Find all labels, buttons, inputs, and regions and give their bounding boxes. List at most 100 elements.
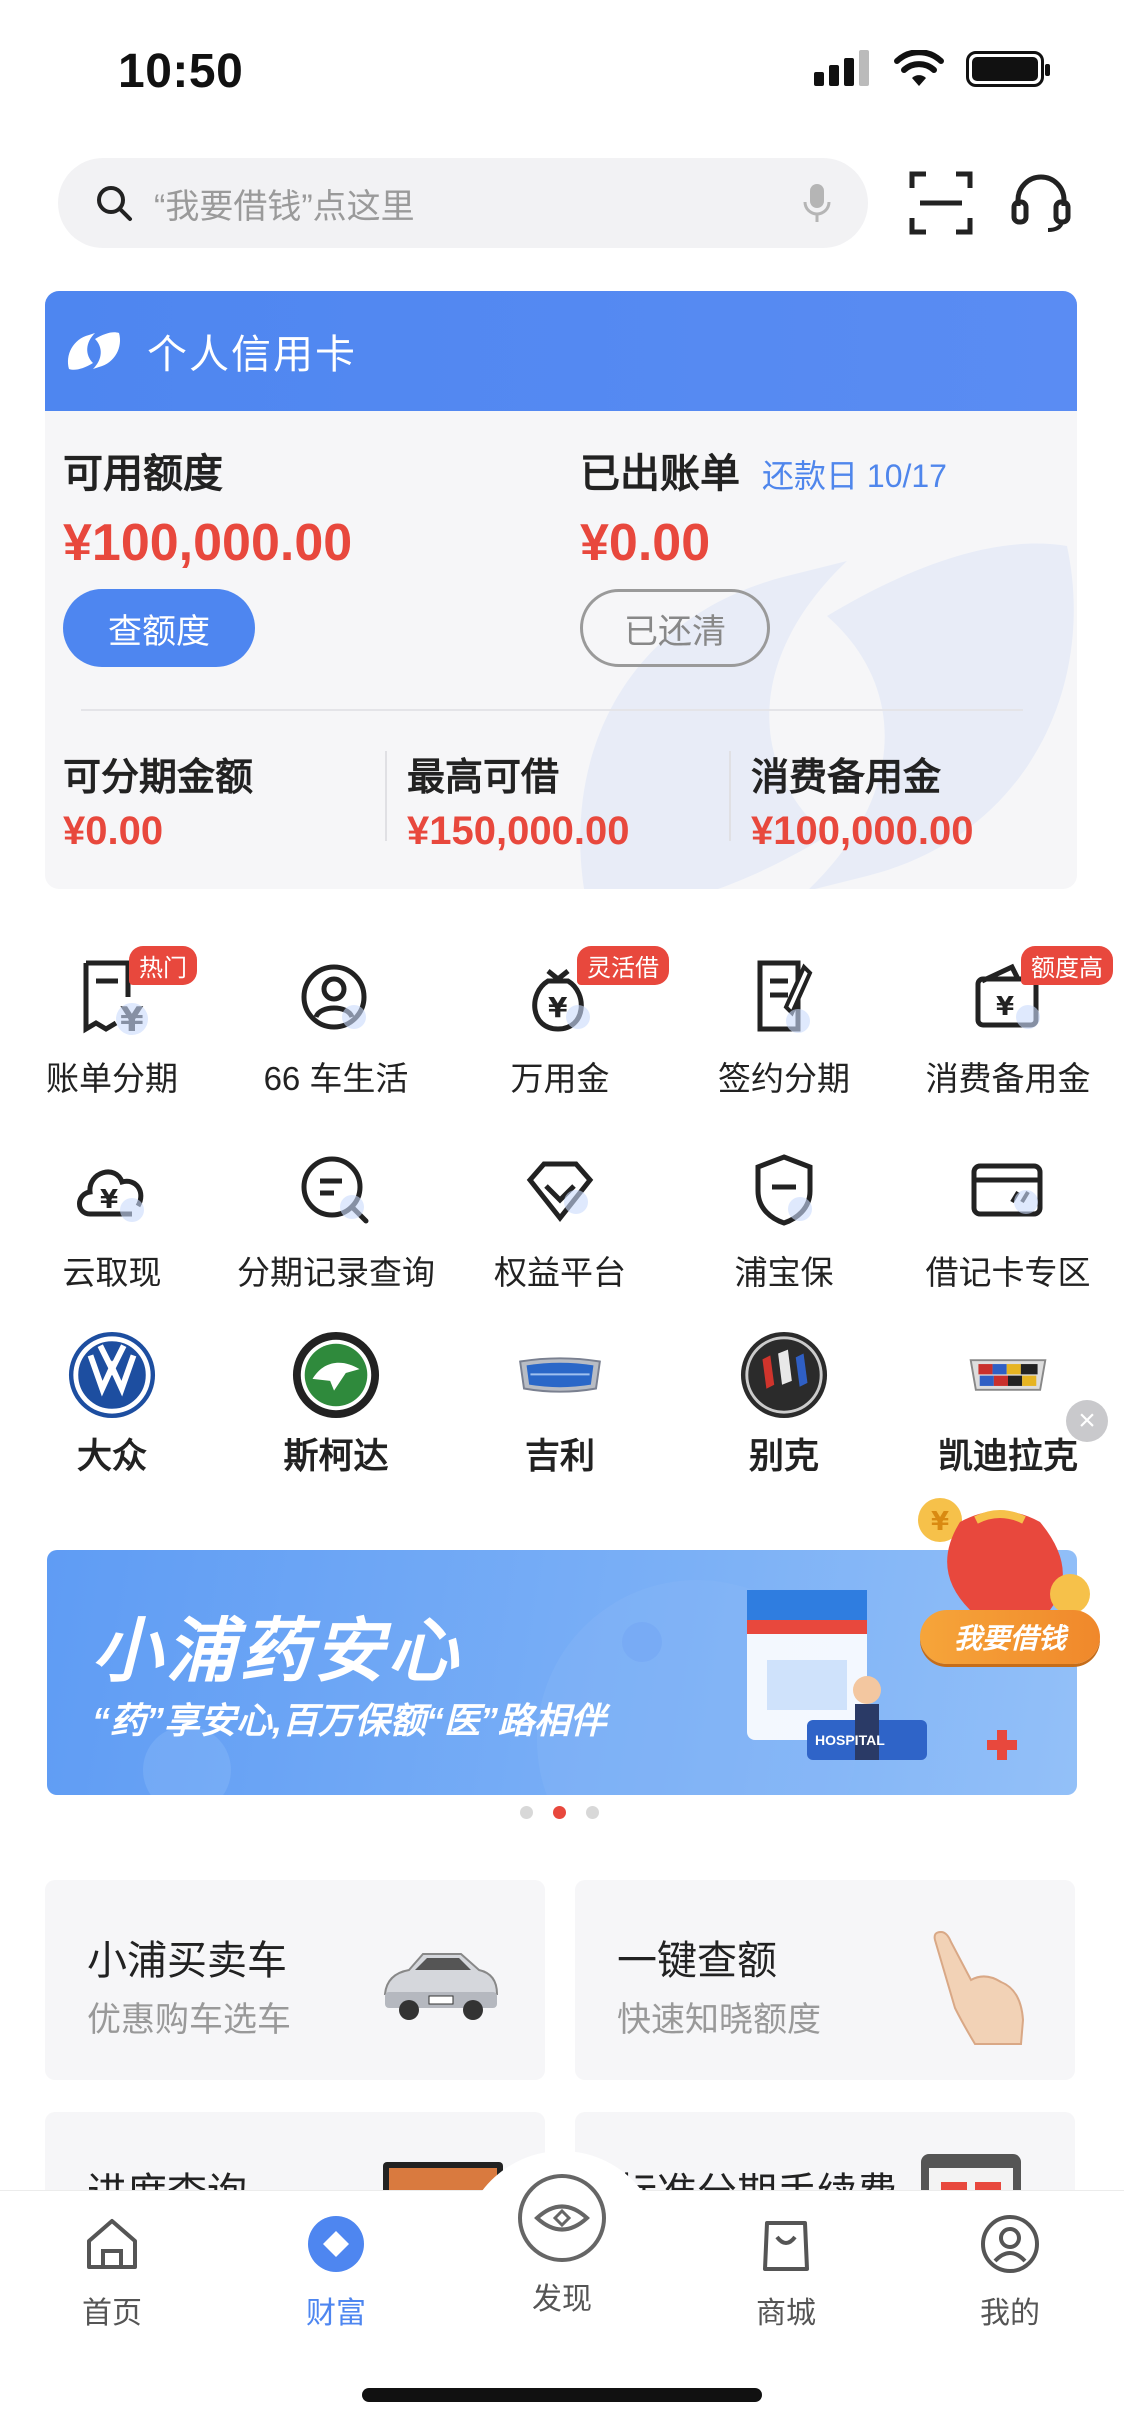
brand-label: 别克: [748, 1437, 819, 1476]
loan-float-button[interactable]: ¥ 我要借钱: [900, 1480, 1100, 1670]
tab-wealth[interactable]: 财富: [236, 2213, 436, 2332]
grid-label: 消费备用金: [925, 1060, 1091, 1097]
tag-hot: 热门: [129, 946, 197, 985]
profile-icon: [981, 2215, 1039, 2273]
brand-buick[interactable]: 别克: [672, 1330, 896, 1479]
stat-label: 消费备用金: [751, 757, 942, 799]
grid-label: 权益平台: [494, 1254, 626, 1291]
card-divider: [81, 709, 1023, 711]
pagination-dot-active: [553, 1806, 566, 1819]
buick-logo-icon: [740, 1331, 828, 1419]
grid-item-pubaobao[interactable]: 浦宝保: [672, 1146, 896, 1294]
grid-item-cloud-cash[interactable]: ¥ 云取现: [0, 1146, 224, 1294]
tab-mine[interactable]: 我的: [910, 2213, 1110, 2332]
status-bar: 10:50: [0, 0, 1124, 140]
grid-item-rights-platform[interactable]: 权益平台: [448, 1146, 672, 1294]
svg-text:¥: ¥: [996, 992, 1014, 1022]
billed-amount: ¥0.00: [580, 514, 711, 572]
stat-installment-amount[interactable]: 可分期金额 ¥0.00: [63, 746, 253, 854]
brand-label: 斯柯达: [283, 1437, 389, 1476]
check-quota-button[interactable]: 查额度: [63, 589, 255, 667]
record-search-icon: [301, 1156, 369, 1224]
available-amount: ¥100,000.00: [63, 514, 353, 572]
brand-label: 吉利: [524, 1437, 595, 1476]
grid-label: 浦宝保: [734, 1254, 834, 1291]
grid-label: 云取现: [62, 1254, 162, 1291]
stat-label: 可分期金额: [63, 757, 254, 799]
grid-item-record-search[interactable]: 分期记录查询: [224, 1146, 448, 1294]
status-time: 10:50: [118, 45, 244, 98]
hand-pointer-image: [933, 1930, 1025, 2045]
billed-statement: 已出账单 还款日 10/17 ¥0.00: [580, 441, 947, 573]
tag-high-quota: 额度高: [1021, 946, 1113, 985]
grid-label: 万用金: [510, 1060, 610, 1097]
banner-subtitle: “药”享安心,百万保额“医”路相伴: [92, 1700, 607, 1741]
tile-subtitle: 快速知晓额度: [617, 2001, 821, 2039]
svg-text:¥: ¥: [100, 1185, 118, 1215]
brand-geely[interactable]: 吉利: [448, 1330, 672, 1479]
microphone-icon[interactable]: [802, 182, 832, 224]
tab-label: 财富: [306, 2297, 366, 2330]
tab-discover[interactable]: 发现: [462, 2171, 662, 2318]
due-date: 还款日 10/17: [762, 458, 947, 494]
svg-text:¥: ¥: [931, 1507, 949, 1537]
stat-reserve-fund[interactable]: 消费备用金 ¥100,000.00: [751, 746, 973, 854]
skoda-logo-icon: [292, 1331, 380, 1419]
billed-label: 已出账单: [580, 452, 740, 496]
tile-quick-quota[interactable]: 一键查额 快速知晓额度: [575, 1880, 1075, 2080]
brand-volkswagen[interactable]: 大众: [0, 1330, 224, 1479]
stat-separator: [385, 751, 387, 841]
close-float-icon[interactable]: ×: [1066, 1400, 1108, 1442]
card-header[interactable]: 个人信用卡: [45, 291, 1077, 411]
search-input[interactable]: “我要借钱”点这里: [58, 158, 868, 248]
grid-label: 签约分期: [718, 1060, 850, 1097]
tab-label: 发现: [532, 2283, 592, 2316]
tab-label: 商城: [756, 2297, 816, 2330]
stat-label: 最高可借: [407, 757, 560, 799]
search-row: “我要借钱”点这里: [58, 158, 1071, 248]
car-life-icon: [301, 964, 367, 1030]
credit-card-panel[interactable]: 个人信用卡 可用额度 ¥100,000.00 已出账单 还款日 10/17 ¥0.…: [45, 291, 1077, 889]
debit-card-icon: [971, 1163, 1043, 1217]
grid-item-bill-installment[interactable]: ¥ 热门 账单分期: [0, 946, 224, 1100]
cadillac-logo-icon: [969, 1359, 1047, 1391]
loan-badge: 我要借钱: [920, 1610, 1100, 1664]
home-indicator: [362, 2388, 762, 2402]
stat-max-borrow[interactable]: 最高可借 ¥150,000.00: [407, 746, 629, 854]
grid-item-universal-fund[interactable]: ¥ 灵活借 万用金: [448, 946, 672, 1100]
search-placeholder: “我要借钱”点这里: [154, 187, 415, 226]
customer-service-icon[interactable]: [1008, 170, 1074, 236]
available-credit: 可用额度 ¥100,000.00: [63, 441, 352, 573]
billed-label-row: 已出账单 还款日 10/17: [580, 441, 947, 499]
stat-value: ¥0.00: [63, 809, 164, 853]
paid-off-button[interactable]: 已还清: [580, 589, 770, 667]
spdb-logo-icon: [67, 332, 121, 370]
grid-item-consumer-reserve[interactable]: ¥ 额度高 消费备用金: [896, 946, 1120, 1100]
grid-label: 账单分期: [46, 1060, 178, 1097]
cloud-cash-icon: ¥: [77, 1169, 144, 1222]
grid-item-contract-installment[interactable]: 签约分期: [672, 952, 896, 1100]
home-icon: [87, 2219, 137, 2269]
grid-label: 分期记录查询: [237, 1254, 435, 1291]
car-image: [383, 1953, 499, 2020]
tab-mall[interactable]: 商城: [686, 2213, 886, 2332]
grid-label: 借记卡专区: [925, 1254, 1091, 1291]
banner-pagination: [520, 1806, 599, 1819]
tab-home[interactable]: 首页: [12, 2213, 212, 2332]
brand-skoda[interactable]: 斯柯达: [224, 1330, 448, 1479]
tile-car-trade[interactable]: 小浦买卖车 优惠购车选车: [45, 1880, 545, 2080]
banner-title: 小浦药安心: [92, 1612, 462, 1690]
lucky-bag-icon: ¥: [918, 1498, 1090, 1614]
card-title: 个人信用卡: [147, 333, 357, 377]
signal-icon: [814, 50, 869, 86]
grid-label: 66 车生活: [263, 1060, 409, 1097]
grid-item-car-life[interactable]: 66 车生活: [224, 952, 448, 1100]
tag-flexible: 灵活借: [577, 946, 669, 985]
pagination-dot: [520, 1806, 533, 1819]
grid-item-debit-card[interactable]: 借记卡专区: [896, 1146, 1120, 1294]
tile-subtitle: 优惠购车选车: [87, 2001, 291, 2039]
shopping-bag-icon: [763, 2221, 809, 2271]
scan-icon[interactable]: [908, 170, 974, 236]
volkswagen-logo-icon: [68, 1331, 156, 1419]
pagination-dot: [586, 1806, 599, 1819]
